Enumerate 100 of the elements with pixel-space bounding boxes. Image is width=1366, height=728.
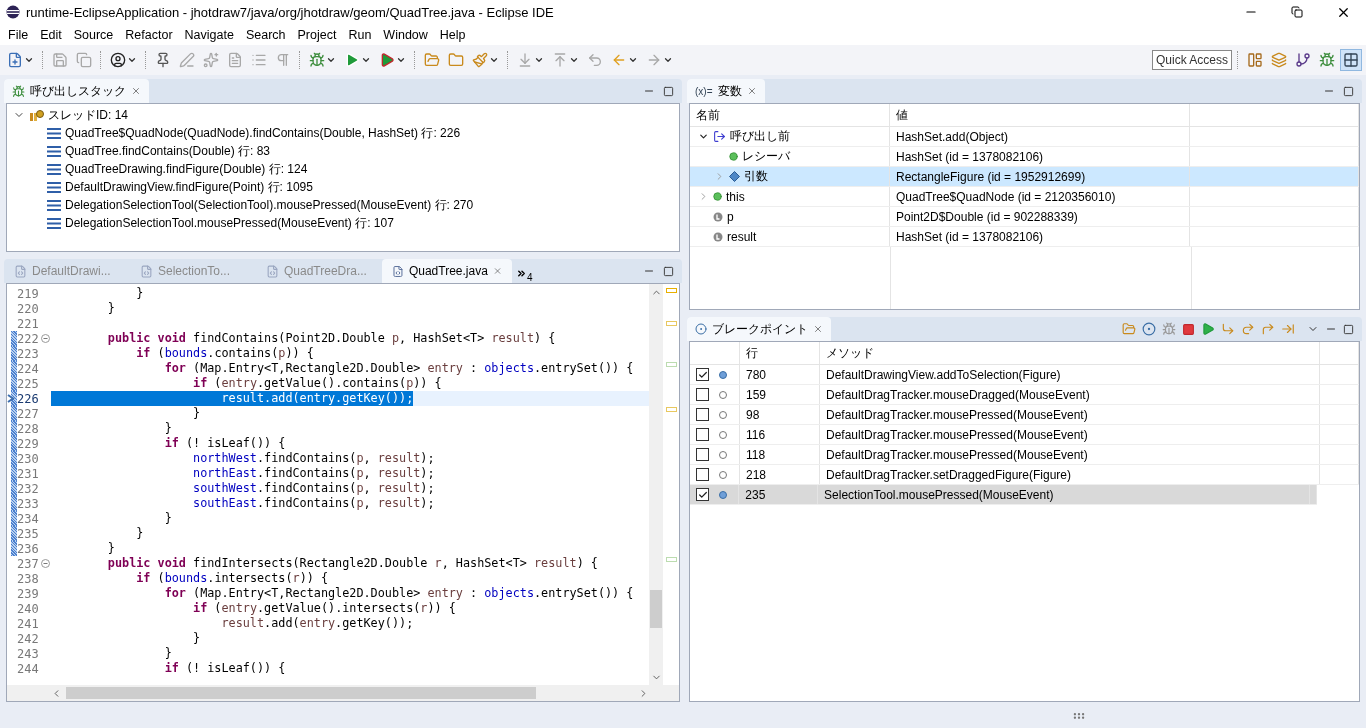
line-number: 234 [17, 511, 40, 526]
editor-tab[interactable]: QuadTree.java [382, 259, 512, 283]
fold-icon[interactable] [41, 334, 50, 343]
arrow-down-icon [517, 52, 533, 68]
breakpoints-tab[interactable]: ブレークポイント [687, 317, 831, 341]
overview-marker[interactable] [665, 407, 677, 412]
variable-row[interactable]: 引数 RectangleFigure (id = 1952912699) [690, 167, 1359, 187]
stack-frame-label[interactable]: QuadTree.findContains(Double) 行: 83 [65, 142, 270, 160]
overview-marker[interactable] [665, 321, 677, 326]
checkbox[interactable] [696, 388, 709, 401]
code-line: if (! isLeaf()) { [163, 436, 286, 451]
column-header[interactable]: メソッド [826, 344, 874, 362]
line-number: 220 [17, 301, 40, 316]
arrow-up-icon [552, 52, 568, 68]
document-icon [227, 52, 243, 68]
menu-item[interactable]: Refactor [119, 24, 179, 45]
code-line: } [163, 646, 172, 661]
menu-item[interactable]: Window [377, 24, 434, 45]
quick-access-field[interactable]: Quick Access [1152, 50, 1232, 70]
variable-row[interactable]: result HashSet (id = 1378082106) [690, 227, 1359, 247]
line-number: 235 [17, 526, 40, 541]
checkbox[interactable] [696, 468, 709, 481]
menu-item[interactable]: File [2, 24, 35, 45]
column-header[interactable]: 名前 [696, 106, 720, 124]
breakpoint-row[interactable]: 780 DefaultDrawingView.addToSelection(Figure) [690, 365, 1359, 385]
breakpoint-row[interactable]: 235 SelectionTool.mousePressed(MouseEvent) [690, 485, 1317, 505]
breakpoint-row[interactable]: 116 DefaultDragTracker.mousePressed(MouseEvent) [690, 425, 1359, 445]
breakpoint-row[interactable]: 98 DefaultDragTracker.mousePressed(MouseEvent) [690, 405, 1359, 425]
menu-item[interactable]: Edit [34, 24, 68, 45]
method-name: DefaultDragTracker.mousePressed(MouseEvent) [826, 407, 1088, 422]
menu-item[interactable]: Search [239, 24, 292, 45]
open-perspective-icon [1247, 52, 1263, 68]
stack-frame-icon [47, 127, 61, 139]
code-line: if (bounds.intersects(r)) { [135, 571, 329, 586]
maximize-icon[interactable] [1343, 85, 1354, 97]
thread-label[interactable]: スレッドID: 14 [48, 106, 128, 124]
checkbox[interactable] [696, 448, 709, 461]
overview-marker[interactable] [665, 362, 677, 367]
line-number: 116 [746, 427, 766, 442]
column-header[interactable]: 値 [896, 106, 908, 124]
breakpoint-row[interactable]: 159 DefaultDragTracker.mouseDragged(MouseEvent) [690, 385, 1359, 405]
scrollbar-thumb[interactable] [650, 590, 662, 628]
stack-frame-label[interactable]: DefaultDrawingView.findFigure(Point) 行: 1095 [65, 178, 313, 196]
method-name: DefaultDragTracker.mousePressed(MouseEvent) [826, 447, 1088, 462]
menu-item[interactable]: Help [433, 24, 472, 45]
stack-frame-label[interactable]: QuadTree$QuadNode(QuadNode).findContains(Double, HashSet) 行: 226 [65, 124, 461, 142]
line-number: 118 [746, 447, 766, 462]
diamond-icon [729, 171, 740, 182]
variable-row[interactable]: this QuadTree$QuadNode (id = 2120356010) [690, 187, 1359, 207]
overview-marker[interactable] [665, 557, 677, 562]
stack-frame-icon [47, 181, 61, 193]
line-number: 232 [17, 481, 40, 496]
step-into-icon[interactable] [1221, 322, 1235, 336]
fold-icon[interactable] [41, 559, 50, 568]
horizontal-scrollbar[interactable] [6, 685, 680, 702]
overview-marker[interactable] [665, 288, 677, 293]
stack-frame-label[interactable]: QuadTreeDrawing.findFigure(Double) 行: 124 [65, 160, 308, 178]
code-line: public void findIntersects(Rectangle2D.Double r, HashSet<T> result) { [106, 556, 598, 571]
new-file-icon [7, 52, 23, 68]
more-tabs-button[interactable]: 4 [512, 264, 533, 283]
variables-tab[interactable]: (x)= 変数 [687, 79, 765, 103]
stack-frame-label[interactable]: DelegationSelectionTool.mousePressed(MouseEvent) 行: 107 [65, 214, 394, 232]
menu-item[interactable]: Project [291, 24, 343, 45]
step-return-icon[interactable] [1261, 322, 1275, 336]
maximize-icon[interactable] [1343, 323, 1354, 335]
checkbox[interactable] [696, 428, 709, 441]
line-number: 243 [17, 646, 40, 661]
drop-frame-icon[interactable] [1281, 322, 1295, 336]
menu-item[interactable]: Navigate [178, 24, 240, 45]
checkbox[interactable] [696, 488, 709, 501]
menu-item[interactable]: Run [342, 24, 378, 45]
bug-icon [1319, 52, 1335, 68]
perspective-button[interactable] [1340, 49, 1362, 71]
breakpoint-row[interactable]: 118 DefaultDragTracker.mousePressed(MouseEvent) [690, 445, 1359, 465]
menu-item[interactable]: Source [67, 24, 120, 45]
call-stack-tab[interactable]: 呼び出しスタック [4, 79, 149, 103]
stop-icon[interactable] [1182, 322, 1195, 336]
variable-name: p [727, 209, 734, 224]
vertical-scrollbar[interactable] [649, 284, 663, 685]
forward-icon [646, 52, 662, 68]
code-line: for (Map.Entry<T,Rectangle2D.Double> entry : objects.entrySet()) { [163, 586, 634, 601]
checkbox[interactable] [696, 368, 709, 381]
maximize-icon[interactable] [663, 265, 674, 277]
variable-row[interactable]: 呼び出し前 HashSet.add(Object) [690, 127, 1359, 147]
variable-row[interactable]: p Point2D$Double (id = 902288339) [690, 207, 1359, 227]
step-over-icon[interactable] [1241, 322, 1255, 336]
local-variable-icon [713, 231, 723, 242]
stack-frame-label[interactable]: DelegationSelectionTool(SelectionTool).mousePressed(MouseEvent) 行: 270 [65, 196, 474, 214]
checkbox[interactable] [696, 408, 709, 421]
line-number: 233 [17, 496, 40, 511]
window-title: runtime-EclipseApplication - jhotdraw7/java/org/jhotdraw/geom/QuadTree.java - Eclipse IDE [26, 4, 555, 20]
variable-name: レシーバ [742, 148, 790, 165]
maximize-icon[interactable] [663, 85, 674, 97]
restore-icon[interactable] [1291, 6, 1303, 18]
resume-icon[interactable] [1201, 322, 1215, 336]
column-header[interactable]: 行 [746, 344, 758, 362]
person-icon [110, 52, 126, 68]
bug-icon[interactable] [1162, 322, 1176, 336]
variable-value: HashSet (id = 1378082106) [896, 149, 1044, 164]
variable-value: RectangleFigure (id = 1952912699) [896, 169, 1086, 184]
